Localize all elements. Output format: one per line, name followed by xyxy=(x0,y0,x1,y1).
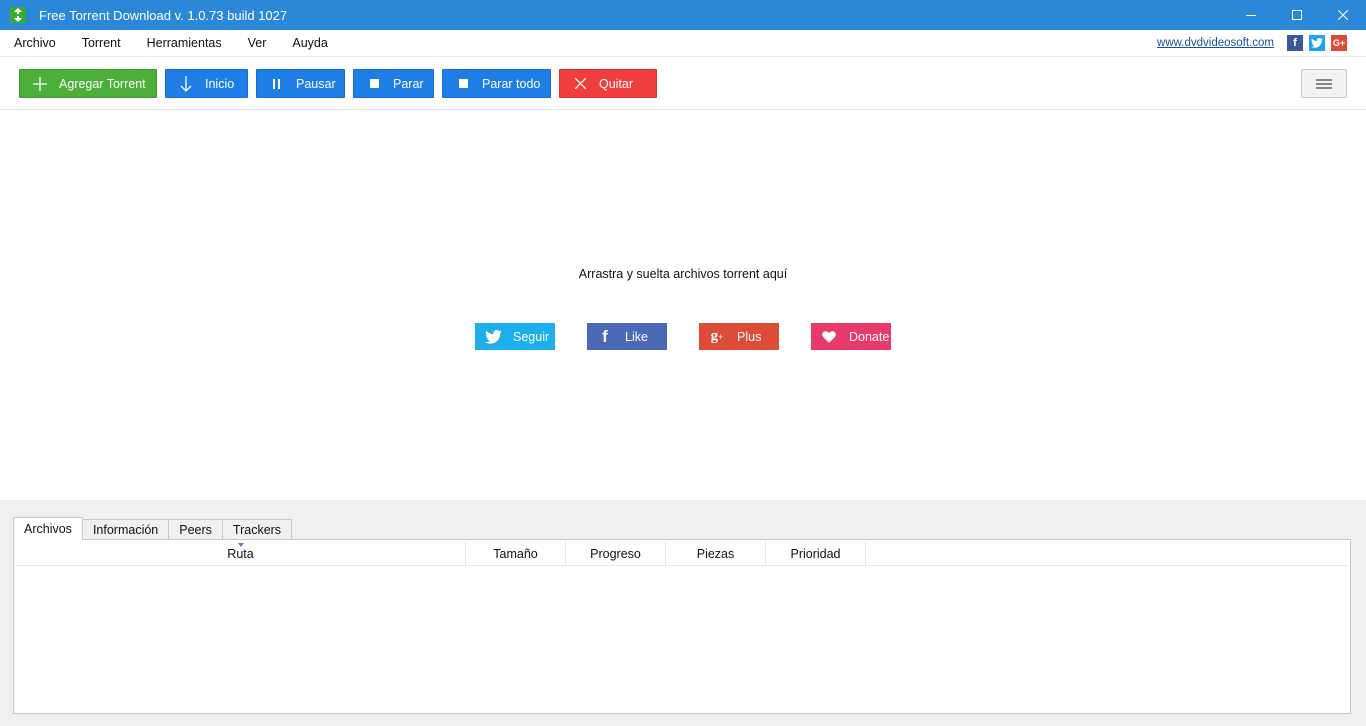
add-torrent-label: Agregar Torrent xyxy=(59,76,146,91)
table-header: Ruta Tamaño Progreso Piezas Prioridad xyxy=(16,542,1348,566)
files-table: Ruta Tamaño Progreso Piezas Prioridad xyxy=(13,539,1351,714)
x-icon xyxy=(572,76,588,92)
drop-zone[interactable]: Arrastra y suelta archivos torrent aquí … xyxy=(0,110,1366,500)
column-prioridad[interactable]: Prioridad xyxy=(766,542,866,566)
minimize-button[interactable] xyxy=(1228,0,1274,30)
column-progreso[interactable]: Progreso xyxy=(566,542,666,566)
facebook-icon[interactable]: f xyxy=(1287,35,1303,51)
toolbar: Agregar Torrent Inicio Pausar Parar Para… xyxy=(0,57,1366,110)
column-piezas-label: Piezas xyxy=(696,547,735,561)
tab-trackers[interactable]: Trackers xyxy=(221,519,293,540)
plus-icon xyxy=(32,76,48,92)
menu-hamburger-button[interactable] xyxy=(1301,69,1347,98)
google-plus-icon: g + xyxy=(710,328,724,344)
twitter-icon xyxy=(483,328,503,346)
tab-informacion[interactable]: Información xyxy=(81,519,170,540)
twitter-icon[interactable] xyxy=(1309,35,1325,51)
stop-all-label: Parar todo xyxy=(482,76,541,91)
stop-all-button[interactable]: Parar todo xyxy=(442,69,551,98)
heart-icon xyxy=(819,328,839,346)
donate-button[interactable]: Donate xyxy=(811,323,891,350)
stop-icon xyxy=(366,76,382,92)
dvdvideosoft-link[interactable]: www.dvdvideosoft.com xyxy=(1157,37,1274,49)
menu-bar: Archivo Torrent Herramientas Ver Auyda w… xyxy=(0,30,1366,57)
twitter-follow-label: Seguir xyxy=(513,329,550,344)
maximize-icon xyxy=(1292,10,1302,20)
title-bar: Free Torrent Download v. 1.0.73 build 10… xyxy=(0,0,1366,30)
add-torrent-button[interactable]: Agregar Torrent xyxy=(19,69,157,98)
menu-herramientas[interactable]: Herramientas xyxy=(134,30,235,57)
tab-archivos[interactable]: Archivos xyxy=(13,517,83,540)
close-button[interactable] xyxy=(1320,0,1366,30)
google-plus-icon[interactable]: G+ xyxy=(1331,35,1347,51)
pause-button[interactable]: Pausar xyxy=(256,69,345,98)
start-button[interactable]: Inicio xyxy=(165,69,248,98)
twitter-follow-button[interactable]: Seguir xyxy=(475,323,555,350)
google-plus-label: Plus xyxy=(737,329,762,344)
pause-icon xyxy=(269,76,285,92)
details-tabs: Archivos Información Peers Trackers xyxy=(13,517,293,540)
stop-all-icon xyxy=(455,76,471,92)
app-logo-icon xyxy=(10,7,26,23)
pause-label: Pausar xyxy=(296,76,336,91)
minimize-icon xyxy=(1246,15,1256,16)
maximize-button[interactable] xyxy=(1274,0,1320,30)
remove-button[interactable]: Quitar xyxy=(559,69,657,98)
arrow-down-icon xyxy=(178,75,194,92)
sort-indicator-icon xyxy=(237,543,244,547)
column-tamano-label: Tamaño xyxy=(493,547,538,561)
close-icon xyxy=(1338,10,1348,20)
menu-ayuda[interactable]: Auyda xyxy=(279,30,340,57)
column-prioridad-label: Prioridad xyxy=(790,547,841,561)
facebook-icon: f xyxy=(602,326,608,346)
menu-ver[interactable]: Ver xyxy=(235,30,280,57)
facebook-like-label: Like xyxy=(625,329,648,344)
drop-hint-text: Arrastra y suelta archivos torrent aquí xyxy=(578,267,788,281)
window-title: Free Torrent Download v. 1.0.73 build 10… xyxy=(39,7,288,23)
start-label: Inicio xyxy=(205,76,235,91)
hamburger-icon xyxy=(1316,78,1332,89)
remove-label: Quitar xyxy=(599,76,634,91)
facebook-like-button[interactable]: f Like xyxy=(587,323,667,350)
details-panel: Archivos Información Peers Trackers Ruta… xyxy=(0,500,1366,726)
donate-label: Donate xyxy=(849,329,890,344)
menu-torrent[interactable]: Torrent xyxy=(69,30,134,57)
column-ruta[interactable]: Ruta xyxy=(16,542,466,566)
google-plus-button[interactable]: g + Plus xyxy=(699,323,779,350)
stop-label: Parar xyxy=(393,76,424,91)
column-piezas[interactable]: Piezas xyxy=(666,542,766,566)
tab-peers[interactable]: Peers xyxy=(168,519,223,540)
column-progreso-label: Progreso xyxy=(590,547,641,561)
menu-archivo[interactable]: Archivo xyxy=(0,30,69,57)
column-ruta-label: Ruta xyxy=(227,547,254,561)
stop-button[interactable]: Parar xyxy=(353,69,434,98)
column-tamano[interactable]: Tamaño xyxy=(466,542,566,566)
